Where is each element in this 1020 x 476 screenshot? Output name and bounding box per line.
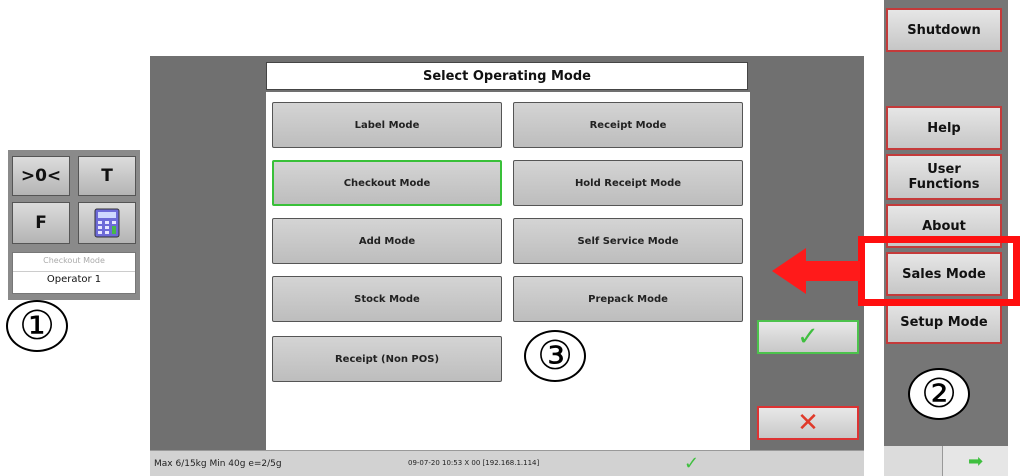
close-icon: ✕	[797, 408, 819, 438]
prepack-mode-button[interactable]: Prepack Mode	[513, 276, 743, 322]
operator-display[interactable]: Checkout Mode Operator 1	[12, 252, 136, 294]
checkout-mode-button[interactable]: Checkout Mode	[272, 160, 502, 206]
checkmark-icon: ✓	[797, 322, 819, 352]
next-button[interactable]: ➡	[942, 446, 1008, 476]
callout-3: ③	[524, 330, 586, 382]
status-check-icon: ✓	[684, 453, 700, 474]
shutdown-button[interactable]: Shutdown	[886, 8, 1002, 52]
operator-label: Operator 1	[13, 271, 135, 285]
datetime-ip-text: 09-07-20 10:53 X 00 [192.168.1.114]	[408, 459, 540, 467]
receipt-non-pos-button[interactable]: Receipt (Non POS)	[272, 336, 502, 382]
capacity-text: Max 6/15kg Min 40g e=2/5g	[154, 459, 282, 469]
callout-1: ①	[6, 300, 68, 352]
stock-mode-button[interactable]: Stock Mode	[272, 276, 502, 322]
self-service-mode-button[interactable]: Self Service Mode	[513, 218, 743, 264]
tare-button[interactable]: T	[78, 156, 136, 196]
dialog-title: Select Operating Mode	[266, 62, 748, 90]
cancel-button[interactable]: ✕	[757, 406, 859, 440]
keypad-button[interactable]	[78, 202, 136, 244]
arrow-right-icon: ➡	[967, 450, 984, 472]
highlight-box	[858, 236, 1020, 306]
help-button[interactable]: Help	[886, 106, 1002, 150]
f-button[interactable]: F	[12, 202, 70, 244]
hold-receipt-mode-button[interactable]: Hold Receipt Mode	[513, 160, 743, 206]
current-mode-label: Checkout Mode	[43, 256, 105, 265]
user-functions-button[interactable]: User Functions	[886, 154, 1002, 200]
status-bar: Max 6/15kg Min 40g e=2/5g 09-07-20 10:53…	[150, 450, 864, 476]
receipt-mode-button[interactable]: Receipt Mode	[513, 102, 743, 148]
setup-mode-button[interactable]: Setup Mode	[886, 300, 1002, 344]
arrow-left-icon	[772, 248, 860, 294]
confirm-button[interactable]: ✓	[757, 320, 859, 354]
callout-2: ②	[908, 368, 970, 420]
add-mode-button[interactable]: Add Mode	[272, 218, 502, 264]
label-mode-button[interactable]: Label Mode	[272, 102, 502, 148]
zero-button[interactable]: >0<	[12, 156, 70, 196]
calculator-icon	[94, 208, 120, 238]
